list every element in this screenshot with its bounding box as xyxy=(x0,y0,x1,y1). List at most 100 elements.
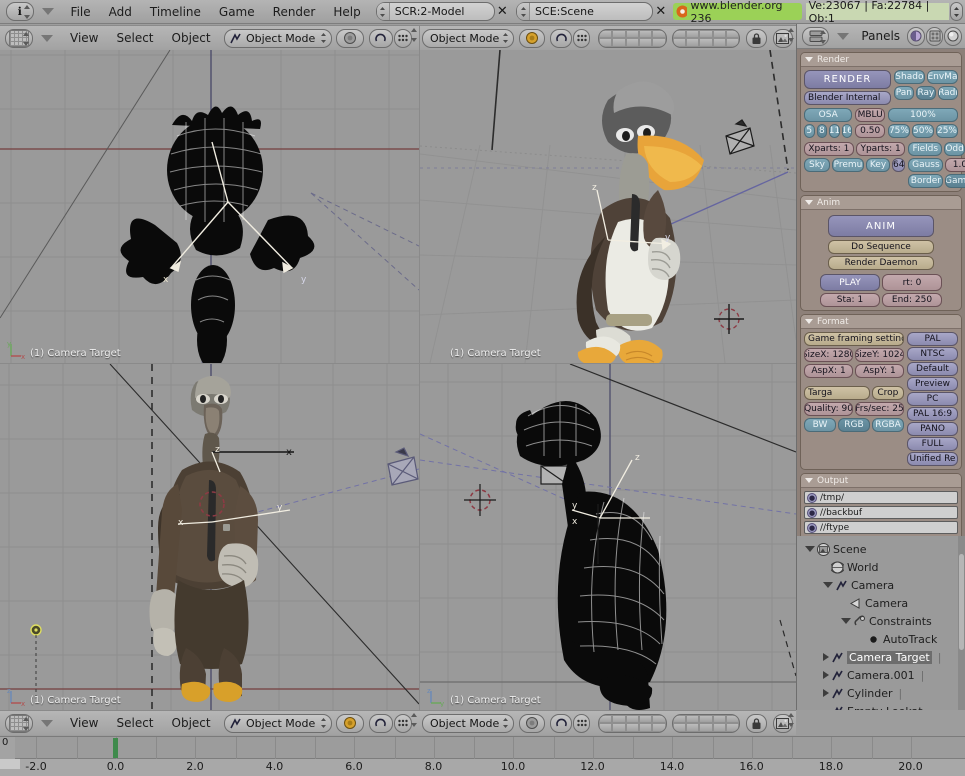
layer-button[interactable] xyxy=(686,30,699,39)
screen-stepper[interactable] xyxy=(377,3,390,20)
asp-x-field[interactable]: AspX: 1 xyxy=(804,364,853,378)
layer-button[interactable] xyxy=(599,30,612,39)
layer-button[interactable] xyxy=(713,38,726,47)
menu-collapse-icon[interactable] xyxy=(42,8,54,15)
anim-panel-title[interactable]: Anim xyxy=(801,196,961,210)
outliner-row-label[interactable]: Camera xyxy=(865,597,908,610)
ftype-path-value[interactable]: //ftype xyxy=(820,523,849,533)
game-framing-selector[interactable]: Game framing settings xyxy=(804,332,904,346)
preset-preview[interactable]: Preview xyxy=(907,377,958,391)
lock-icon-2[interactable] xyxy=(746,714,766,733)
header-collapse-icon-2[interactable] xyxy=(41,720,53,727)
layer-button[interactable] xyxy=(686,715,699,724)
view-menu-2[interactable]: View xyxy=(61,712,107,734)
menu-timeline[interactable]: Timeline xyxy=(141,1,210,23)
outliner-row-label[interactable]: Empty Lookat xyxy=(847,705,923,711)
object-menu[interactable]: Object xyxy=(163,27,220,49)
layer-button[interactable] xyxy=(626,723,639,732)
select-menu-2[interactable]: Select xyxy=(107,712,162,734)
outliner-row[interactable]: Cylinder| xyxy=(797,684,965,702)
layer-button[interactable] xyxy=(639,38,652,47)
layer-button[interactable] xyxy=(652,38,665,47)
editor-type-icon[interactable] xyxy=(5,29,33,48)
rgba-toggle[interactable]: RGBA xyxy=(872,418,904,432)
gamma-toggle[interactable]: Gamma xyxy=(945,174,965,188)
layer-button[interactable] xyxy=(686,723,699,732)
layer-button[interactable] xyxy=(639,30,652,39)
render-button[interactable]: RENDER xyxy=(804,70,891,89)
scrollbar-thumb[interactable] xyxy=(959,554,964,650)
scene-context-icon[interactable] xyxy=(944,27,962,46)
outliner-row-label[interactable]: Camera.001 xyxy=(847,669,915,682)
size-100-button[interactable]: 100% xyxy=(888,108,958,122)
play-button[interactable]: PLAY xyxy=(820,274,880,291)
screen-delete-icon[interactable]: ✕ xyxy=(495,2,511,21)
snap-icon-2[interactable] xyxy=(573,29,590,48)
layer-button[interactable] xyxy=(639,715,652,724)
timeline-editor[interactable]: 0 -2.00.02.04.06.08.010.012.014.016.018.… xyxy=(0,736,965,776)
object-menu-2[interactable]: Object xyxy=(163,712,220,734)
shading-context-icon[interactable] xyxy=(907,27,925,46)
rt-field[interactable]: rt: 0 xyxy=(882,274,942,291)
layer-button[interactable] xyxy=(612,715,625,724)
pivot-median-icon-4[interactable] xyxy=(550,714,572,733)
odd-toggle[interactable]: Odd xyxy=(944,142,965,156)
shading-solid-icon[interactable] xyxy=(336,29,364,48)
outliner-row[interactable]: Camera xyxy=(797,576,965,594)
crop-toggle[interactable]: Crop xyxy=(872,386,904,400)
timeline-ruler[interactable]: -2.00.02.04.06.08.010.012.014.016.018.02… xyxy=(0,759,965,776)
shadow-toggle[interactable]: Shado xyxy=(894,70,925,84)
layer-button[interactable] xyxy=(726,715,739,724)
lock-icon[interactable] xyxy=(746,29,766,48)
layer-button[interactable] xyxy=(599,38,612,47)
end-frame-field[interactable]: End: 250 xyxy=(882,293,942,307)
sky-toggle[interactable]: Sky xyxy=(804,158,830,172)
mode-selector-4[interactable]: Object Mode xyxy=(422,714,514,733)
timeline-playhead[interactable] xyxy=(113,738,118,758)
pivot-median-icon-3[interactable] xyxy=(369,714,393,733)
viewport-user-perspective[interactable]: z y (1) Camera Target xyxy=(420,50,796,363)
anim-button[interactable]: ANIM xyxy=(828,215,934,237)
layer-button[interactable] xyxy=(713,715,726,724)
layer-button[interactable] xyxy=(686,38,699,47)
size-x-field[interactable]: SizeX: 1280 xyxy=(804,348,853,362)
key-toggle[interactable]: Key xyxy=(866,158,890,172)
outliner[interactable]: SceneWorldCameraCameraConstraintsAutoTra… xyxy=(796,536,965,710)
layer-button[interactable] xyxy=(699,30,712,39)
format-panel-title[interactable]: Format xyxy=(801,315,961,329)
do-sequence-toggle[interactable]: Do Sequence xyxy=(828,240,934,254)
quality-field[interactable]: Quality: 90 xyxy=(804,402,853,416)
preset-ntsc[interactable]: NTSC xyxy=(907,347,958,361)
file-browse-icon-3[interactable]: ● xyxy=(807,523,817,533)
bits-selector[interactable]: 64 xyxy=(892,158,905,172)
menu-help[interactable]: Help xyxy=(324,1,369,23)
layer-button[interactable] xyxy=(599,715,612,724)
osa-11[interactable]: 11 xyxy=(829,124,840,138)
viewport-side-view[interactable]: z y x z y (1) Camera Target xyxy=(420,364,796,710)
premul-toggle[interactable]: Premu xyxy=(832,158,864,172)
layer-button[interactable] xyxy=(626,30,639,39)
outliner-row-label[interactable]: Cylinder xyxy=(847,687,893,700)
layer-button[interactable] xyxy=(673,30,686,39)
mode-selector[interactable]: Object Mode xyxy=(224,29,332,48)
menu-file[interactable]: File xyxy=(62,1,100,23)
xparts-field[interactable]: Xparts: 1 xyxy=(804,142,854,156)
object-context-icon[interactable] xyxy=(926,27,944,46)
layer-button[interactable] xyxy=(652,30,665,39)
viewport-divider-vertical-bottom[interactable] xyxy=(419,364,420,710)
outliner-row[interactable]: Camera Target| xyxy=(797,648,965,666)
layer-button[interactable] xyxy=(699,715,712,724)
output-path-value[interactable]: /tmp/ xyxy=(820,493,844,503)
layer-buttons-group-2[interactable] xyxy=(672,29,741,48)
file-browse-icon-2[interactable]: ● xyxy=(807,508,817,518)
layer-button[interactable] xyxy=(726,30,739,39)
outliner-row[interactable]: Camera xyxy=(797,594,965,612)
asp-y-field[interactable]: AspY: 1 xyxy=(855,364,904,378)
bw-toggle[interactable]: BW xyxy=(804,418,836,432)
outliner-row-label[interactable]: Camera xyxy=(851,579,894,592)
size-25-button[interactable]: 25% xyxy=(936,124,958,138)
osa-toggle[interactable]: OSA xyxy=(804,108,852,122)
shading-solid-icon-3[interactable] xyxy=(336,714,364,733)
layer-button[interactable] xyxy=(652,723,665,732)
start-frame-field[interactable]: Sta: 1 xyxy=(820,293,880,307)
